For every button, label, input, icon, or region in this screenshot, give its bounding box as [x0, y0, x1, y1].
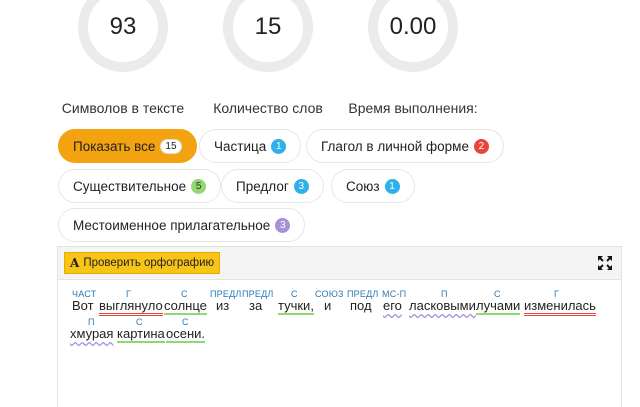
filter-count-badge: 2 [473, 138, 489, 154]
filter-label: Показать все [73, 138, 156, 154]
filter-label: Местоименное прилагательное [73, 217, 271, 233]
filter-label: Глагол в личной форме [321, 138, 469, 154]
word[interactable]: под [350, 298, 372, 313]
time-value: 0.00 [389, 13, 437, 40]
filter-label: Союз [346, 178, 380, 194]
text-editor[interactable]: ЧАСТ Г С ПРЕДЛ ПРЕДЛ С СОЮЗ ПРЕДЛ МС-П П… [57, 279, 622, 407]
word[interactable]: из [216, 298, 229, 313]
time-label: Время выполнения: [348, 100, 478, 116]
filter-personal-verb[interactable]: Глагол в личной форме 2 [306, 129, 504, 163]
filter-count-badge: 3 [293, 178, 309, 194]
word[interactable]: Вот [72, 298, 94, 313]
spellcheck-button[interactable]: A Проверить орфографию [64, 252, 221, 274]
symbols-ring: 93 [78, 0, 168, 72]
filter-preposition[interactable]: Предлог 3 [221, 169, 324, 203]
word[interactable]: изменилась [524, 298, 596, 316]
time-ring: 0.00 [368, 0, 458, 72]
word[interactable]: за [249, 298, 262, 313]
words-count: 15 [254, 13, 282, 40]
words-label: Количество слов [213, 100, 323, 116]
symbols-count: 93 [109, 13, 137, 40]
word[interactable]: хмурая [70, 326, 113, 341]
filter-count-badge: 15 [160, 138, 182, 154]
filter-conjunction[interactable]: Союз 1 [331, 169, 415, 203]
words-ring: 15 [223, 0, 313, 72]
filter-show-all[interactable]: Показать все 15 [58, 129, 197, 163]
filter-noun[interactable]: Существительное 5 [58, 169, 222, 203]
word[interactable]: осени. [166, 326, 206, 343]
word[interactable]: тучки, [278, 298, 314, 315]
filter-count-badge: 1 [271, 138, 287, 154]
spellcheck-label: Проверить орфографию [83, 257, 215, 269]
expand-icon[interactable] [597, 255, 613, 271]
word[interactable]: его [383, 298, 402, 313]
editor-toolbar: A Проверить орфографию [57, 246, 622, 279]
filter-count-badge: 1 [384, 178, 400, 194]
filter-pronominal-adjective[interactable]: Местоименное прилагательное 3 [58, 208, 306, 242]
filter-label: Существительное [73, 178, 187, 194]
word[interactable]: ласковыми [409, 298, 476, 313]
filter-particle[interactable]: Частица 1 [199, 129, 302, 163]
filter-label: Частица [214, 138, 267, 154]
word[interactable]: выглянуло [99, 298, 163, 316]
filter-count-badge: 5 [191, 178, 207, 194]
spellcheck-icon: A [70, 256, 80, 270]
filter-count-badge: 3 [275, 217, 291, 233]
word[interactable]: лучами [476, 298, 521, 315]
symbols-label: Символов в тексте [61, 100, 185, 116]
word[interactable]: солнце [164, 298, 207, 315]
filter-label: Предлог [236, 178, 289, 194]
word[interactable]: и [324, 298, 331, 313]
word[interactable]: картина [117, 326, 165, 343]
